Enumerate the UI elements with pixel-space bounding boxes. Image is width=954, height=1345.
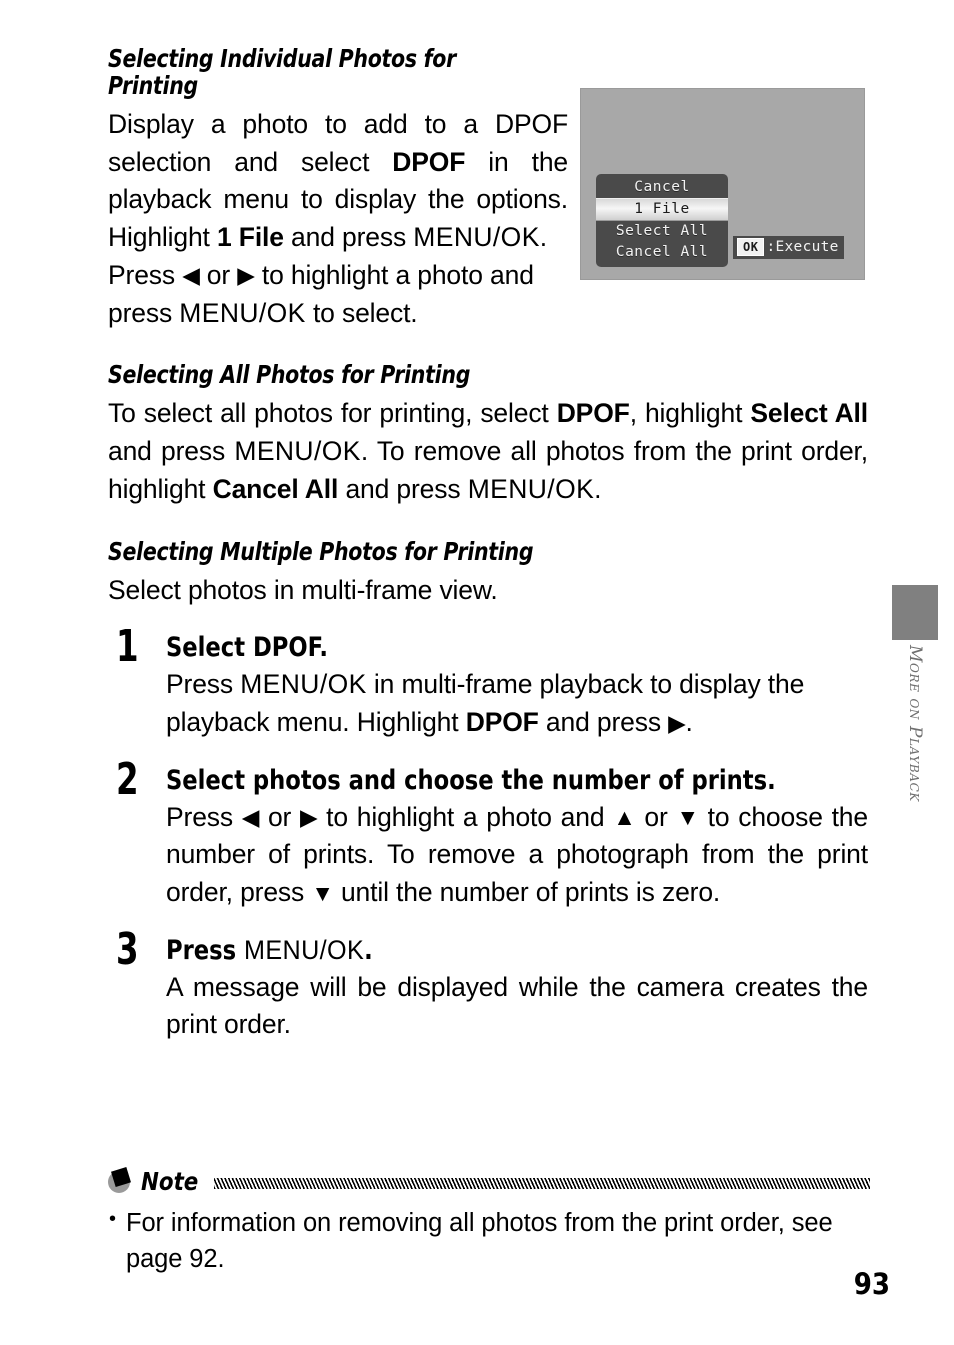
- text-fragment: and press: [538, 707, 669, 737]
- step-item: 1 Select DPOF. Press MENU/OK in multi-fr…: [108, 625, 868, 741]
- text-fragment: Press: [108, 259, 183, 290]
- text-fragment: , highlight: [629, 398, 751, 429]
- paragraph-multiple-intro: Select photos in multi-frame view.: [108, 574, 498, 605]
- heading-selecting-all: Selecting All Photos for Printing: [108, 360, 471, 390]
- step-list: 1 Select DPOF. Press MENU/OK in multi-fr…: [108, 625, 868, 1044]
- term-dpof: DPOF: [465, 707, 539, 737]
- text-fragment: to select.: [305, 297, 418, 328]
- key-menu-ok: MENU/OK: [240, 669, 367, 700]
- paragraph-individual-2: Press ◀ or ▶ to highlight a photo and pr…: [108, 257, 568, 333]
- step-body: Press ◀ or ▶ to highlight a photo and ▲ …: [166, 799, 868, 912]
- key-menu-ok: MENU/OK: [179, 297, 306, 328]
- text-fragment: .: [685, 707, 693, 737]
- note-list-item: For information on removing all photos f…: [108, 1205, 870, 1277]
- side-tab-block: [892, 585, 938, 640]
- side-tab-label: More on Playback: [905, 645, 925, 802]
- note-list: For information on removing all photos f…: [108, 1205, 870, 1277]
- section-selecting-individual: Selecting Individual Photos for Printing…: [108, 44, 868, 333]
- term-dpof: DPOF: [556, 398, 630, 429]
- step-number: 3: [116, 923, 139, 975]
- down-arrow-icon: ▼: [676, 804, 699, 831]
- text-fragment: and press: [108, 436, 235, 467]
- step-number: 2: [116, 753, 139, 805]
- term-cancel-all: Cancel All: [212, 473, 339, 504]
- key-menu-ok: MENU/OK: [467, 473, 595, 504]
- left-arrow-icon: ◀: [182, 262, 200, 289]
- text-fragment: or: [259, 801, 300, 832]
- step-item: 2 Select photos and choose the number of…: [108, 757, 868, 912]
- heading-selecting-individual: Selecting Individual Photos for Printing: [108, 44, 456, 100]
- text-fragment: and press: [283, 222, 414, 253]
- text-fragment: Press: [166, 669, 241, 700]
- manual-page: Cancel 1 File Select All Cancel All OK :…: [0, 0, 954, 1345]
- note-divider-rule: [214, 1178, 870, 1189]
- note-title: Note: [141, 1167, 199, 1196]
- term-1-file: 1 File: [216, 222, 284, 253]
- page-content: Selecting Individual Photos for Printing…: [108, 44, 868, 1066]
- term-select-all: Select All: [750, 398, 868, 429]
- text-fragment: .: [319, 632, 328, 664]
- step-title: Select DPOF.: [166, 631, 833, 664]
- paragraph-select-all: To select all photos for printing, selec…: [108, 395, 868, 508]
- text-fragment: To select all photos for printing, selec…: [108, 398, 557, 429]
- text-fragment: or: [635, 801, 677, 832]
- right-arrow-icon: ▶: [300, 804, 318, 831]
- down-arrow-icon: ▼: [311, 879, 334, 906]
- step-title: Select photos and choose the number of p…: [166, 764, 776, 796]
- note-header: Note: [108, 1167, 870, 1196]
- term-dpof: DPOF: [392, 146, 466, 177]
- text-fragment: Press: [166, 934, 244, 966]
- section-selecting-multiple: Selecting Multiple Photos for Printing S…: [108, 536, 868, 1044]
- text-fragment: to highlight a photo and: [317, 801, 614, 832]
- key-menu-ok: MENU/OK: [243, 934, 365, 965]
- heading-selecting-multiple: Selecting Multiple Photos for Printing: [108, 536, 534, 566]
- step-body: A message will be displayed while the ca…: [166, 971, 868, 1040]
- key-menu-ok: MENU/OK: [234, 436, 361, 467]
- text-fragment: .: [594, 473, 602, 504]
- text-fragment: Select: [166, 632, 253, 664]
- note-box: Note For information on removing all pho…: [108, 1167, 870, 1277]
- term-dpof: DPOF: [252, 632, 320, 664]
- key-menu-ok: MENU/OK: [413, 222, 540, 253]
- text-fragment: until the number of prints is zero.: [333, 877, 721, 907]
- page-number: 93: [853, 1267, 890, 1301]
- section-selecting-all: Selecting All Photos for Printing To sel…: [108, 360, 868, 508]
- step-item: 3 Press MENU/OK. A message will be displ…: [108, 927, 868, 1044]
- step-number: 1: [116, 621, 139, 673]
- step-body: Press MENU/OK in multi-frame playback to…: [166, 666, 868, 741]
- text-fragment: Press: [166, 801, 242, 832]
- up-arrow-icon: ▲: [613, 804, 636, 831]
- left-arrow-icon: ◀: [241, 804, 260, 831]
- side-tab-label-wrap: More on Playback: [892, 645, 938, 860]
- text-fragment: or: [199, 259, 238, 290]
- text-fragment: .: [364, 934, 373, 966]
- note-icon: [108, 1167, 134, 1195]
- paragraph-individual-1: Display a photo to add to a DPOF selecti…: [108, 106, 568, 257]
- right-arrow-icon: ▶: [237, 262, 255, 289]
- step-title: Press MENU/OK.: [166, 934, 833, 967]
- text-fragment: .: [539, 222, 547, 253]
- text-fragment: and press: [338, 473, 468, 504]
- right-arrow-icon: ▶: [668, 709, 686, 736]
- chapter-side-tab: More on Playback: [892, 585, 938, 860]
